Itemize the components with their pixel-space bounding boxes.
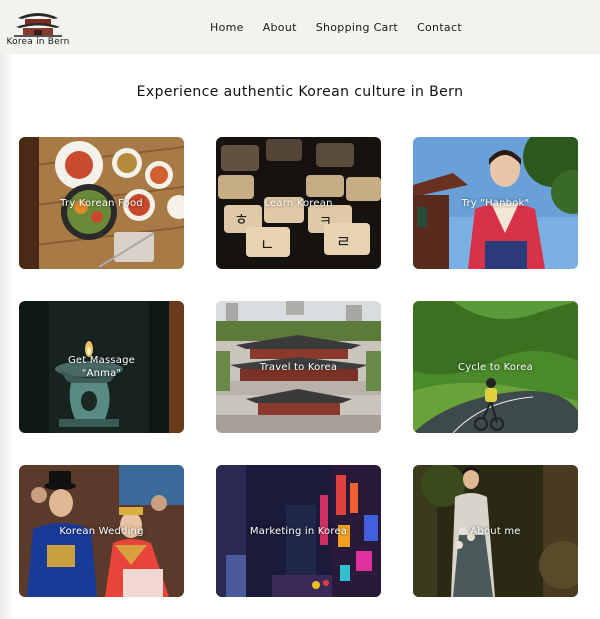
nav-home[interactable]: Home (210, 21, 244, 34)
site-header: Korea in Bern Home About Shopping Cart C… (0, 0, 600, 54)
card-hanbok[interactable]: Try "Hanbok" (413, 137, 578, 269)
card-label: Travel to Korea (259, 361, 338, 373)
card-label: Cycle to Korea (458, 361, 533, 373)
card-wedding[interactable]: Korean Wedding (19, 465, 184, 597)
card-label: Learn Korean (264, 197, 333, 209)
nav-shopping-cart[interactable]: Shopping Cart (316, 21, 398, 34)
page-shadow (0, 54, 14, 619)
nav-contact[interactable]: Contact (417, 21, 462, 34)
card-label: Try "Hanbok" (461, 197, 530, 209)
card-massage[interactable]: Get Massage "Anma" (19, 301, 184, 433)
card-travel[interactable]: Travel to Korea (216, 301, 381, 433)
card-about-me[interactable]: About me (413, 465, 578, 597)
logo-text: Korea in Bern (6, 37, 70, 47)
card-label: Marketing in Korea (249, 525, 348, 537)
card-marketing[interactable]: Marketing in Korea (216, 465, 381, 597)
card-label: About me (470, 525, 521, 537)
card-label: Try Korean Food (60, 197, 143, 209)
nav-about[interactable]: About (263, 21, 297, 34)
card-learn-korean[interactable]: ㅎ ㄴ ㄹ ㅋ Learn Korean (216, 137, 381, 269)
site-logo[interactable]: Korea in Bern (4, 6, 72, 50)
card-label: Get Massage "Anma" (67, 355, 135, 379)
page-title: Experience authentic Korean culture in B… (136, 84, 464, 100)
card-cycle[interactable]: Cycle to Korea (413, 301, 578, 433)
card-korean-food[interactable]: Try Korean Food (19, 137, 184, 269)
main-nav: Home About Shopping Cart Contact (210, 0, 481, 54)
pagoda-logo-icon (14, 13, 62, 37)
card-label: Korean Wedding (59, 525, 144, 537)
